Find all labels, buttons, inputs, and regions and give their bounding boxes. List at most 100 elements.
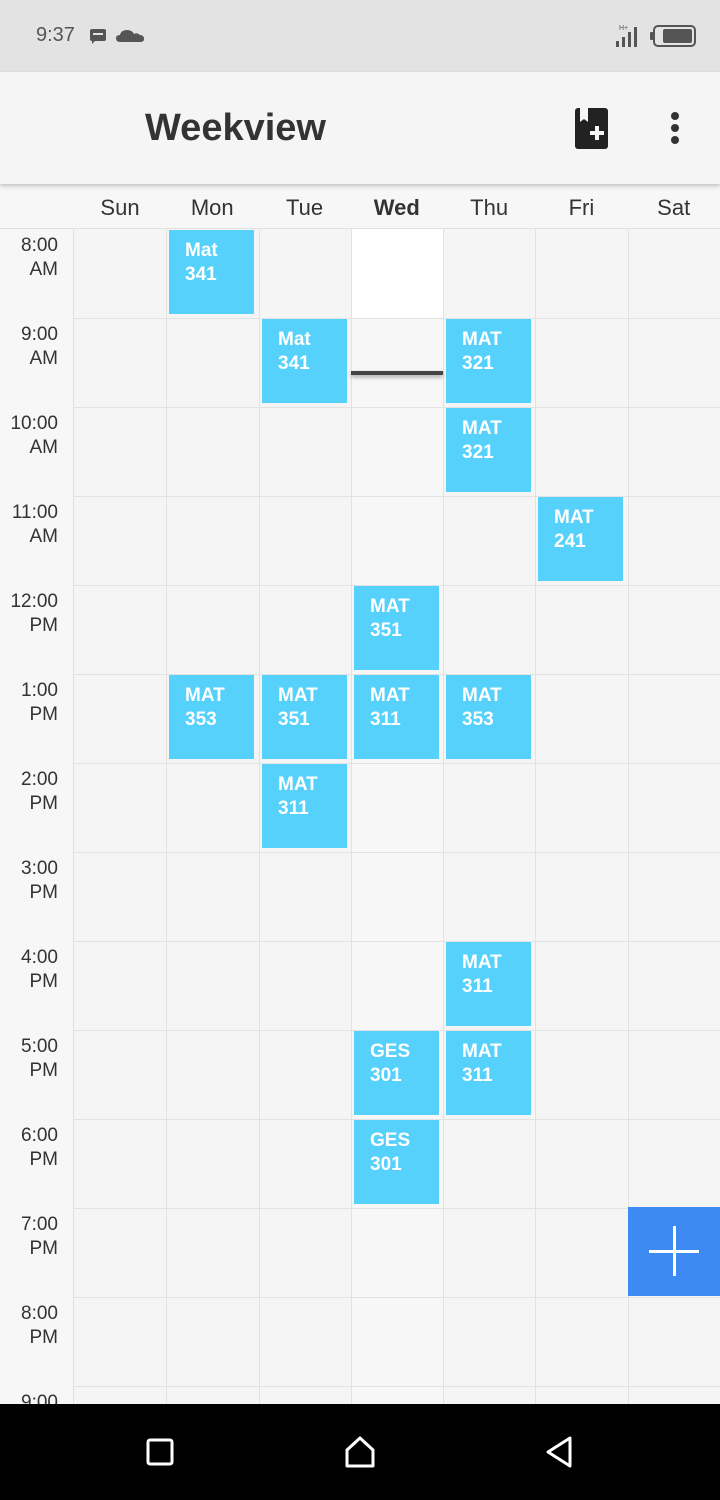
event-title: MAT [278,774,318,795]
grid-column-divider [259,229,260,1404]
grid-column-divider [166,229,167,1404]
event-block[interactable]: MAT 321 [446,408,531,492]
time-label: 11:00 AM [0,501,58,549]
system-nav-bar [0,1404,720,1500]
day-label-fri: Fri [568,195,595,220]
grid-row-divider [74,852,720,853]
time-label-period: AM [29,259,59,280]
event-block[interactable]: MAT 351 [262,675,347,759]
time-label: 6:00 PM [0,1124,58,1172]
event-block[interactable]: MAT 241 [538,497,623,581]
event-block[interactable]: MAT 311 [262,764,347,848]
time-label: 7:00 PM [0,1213,58,1261]
event-title: MAT [462,329,502,350]
time-column: 8:00 AM 9:00 AM 10:00 AM 11:00 AM 12:00 PM 1:00 PM 2… [0,229,74,1404]
time-label-hour: 5:00 [21,1036,58,1057]
message-notification-icon [90,29,106,44]
time-label-hour: 1:00 [21,680,58,701]
event-number: 241 [554,531,586,552]
event-number: 341 [278,353,310,374]
time-label-period: PM [29,704,59,725]
day-label-wed: Wed [373,195,420,220]
add-event-fab[interactable] [628,1207,720,1296]
event-title: MAT [554,507,594,528]
time-label: 4:00 PM [0,946,58,994]
time-label-hour: 6:00 [21,1125,58,1146]
time-label-hour: 4:00 [21,947,58,968]
event-title: GES [370,1130,411,1151]
event-number: 311 [462,976,493,997]
event-title: MAT [462,1041,502,1062]
event-title: MAT [278,685,318,706]
week-grid[interactable]: 8:00 AM 9:00 AM 10:00 AM 11:00 AM 12:00 PM 1:00 PM 2… [0,229,720,1404]
day-label-tue: Tue [286,195,324,220]
event-number: 353 [462,709,494,730]
event-title: MAT [370,685,410,706]
day-label-mon: Mon [190,195,234,220]
time-label: 8:00 PM [0,1302,58,1350]
event-title: Mat [185,240,218,261]
grid-column-divider [351,229,352,1404]
time-label-period: AM [29,526,59,547]
day-label-sun: Sun [100,195,140,220]
grid-column-divider [443,229,444,1404]
time-label-period: PM [29,1149,59,1170]
event-number: 301 [370,1065,402,1086]
time-label: 9:00PM [0,1391,58,1404]
recents-square-icon[interactable] [142,1434,178,1470]
event-block[interactable]: MAT 311 [446,942,531,1026]
page-title: Weekview [145,107,326,149]
status-time: 9:37 [36,24,75,46]
time-label-hour: 8:00 [21,235,58,256]
event-block[interactable]: MAT 351 [354,586,439,670]
event-number: 301 [370,1154,402,1175]
signal-icon: H+ [616,25,637,47]
grid-row-divider [74,1386,720,1387]
event-block[interactable]: GES 301 [354,1120,439,1204]
time-label-period: PM [29,615,59,636]
grid-row-divider [74,1297,720,1298]
today-column [351,229,443,1404]
battery-icon [650,25,696,47]
time-label-hour: 9:00 [21,1392,58,1404]
time-label: 9:00 AM [0,323,58,371]
event-title: MAT [185,685,225,706]
bookmark-add-icon[interactable] [574,108,610,150]
home-icon[interactable] [342,1434,378,1470]
event-block[interactable]: GES 301 [354,1031,439,1115]
cloud-icon [116,30,144,42]
time-label-period: PM [29,1060,59,1081]
time-label-period: PM [29,971,59,992]
more-vert-icon[interactable] [666,110,686,146]
back-triangle-icon[interactable] [541,1434,577,1470]
svg-text:H+: H+ [619,25,628,32]
time-label: 12:00 PM [0,590,58,638]
time-label-period: PM [29,1327,59,1348]
today-current-cell [352,229,443,318]
event-number: 311 [278,798,309,819]
event-title: Mat [278,329,311,350]
grid-row-divider [74,1208,720,1209]
event-number: 351 [278,709,310,730]
event-number: 311 [462,1065,493,1086]
grid-row-divider [74,941,720,942]
event-number: 321 [462,353,494,374]
grid-row-divider [74,763,720,764]
event-block[interactable]: MAT 311 [354,675,439,759]
event-block[interactable]: MAT 353 [169,675,254,759]
time-label-hour: 2:00 [21,769,58,790]
event-block[interactable]: MAT 311 [446,1031,531,1115]
time-label: 1:00 PM [0,679,58,727]
grid-row-divider [74,318,720,319]
event-block[interactable]: MAT 353 [446,675,531,759]
event-number: 311 [370,709,401,730]
event-block[interactable]: Mat 341 [169,230,254,314]
event-block[interactable]: MAT 321 [446,319,531,403]
grid-column-divider [535,229,536,1404]
status-bar: 9:37 H+ [0,0,720,72]
event-number: 321 [462,442,494,463]
current-time-indicator [351,371,443,375]
event-block[interactable]: Mat 341 [262,319,347,403]
event-title: MAT [462,418,502,439]
grid-row-divider [74,407,720,408]
